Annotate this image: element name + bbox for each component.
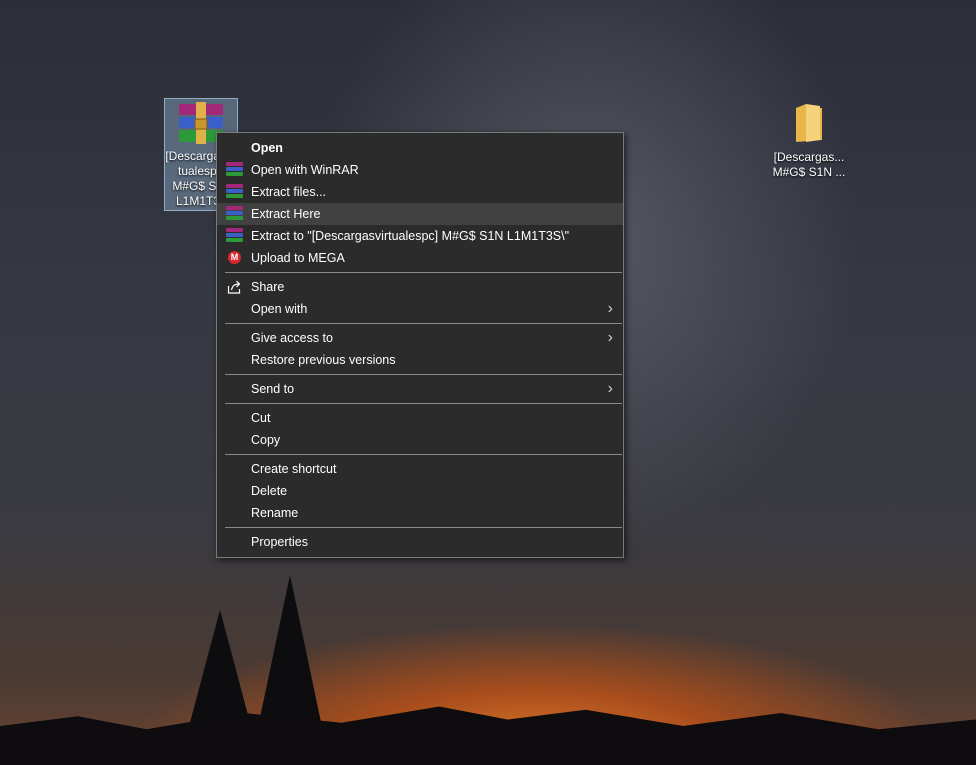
menu-item-label: Extract to "[Descargasvirtualespc] M#G$ … (251, 229, 570, 243)
menu-item-create-shortcut[interactable]: Create shortcut (217, 458, 623, 480)
menu-item-open-with[interactable]: Open with › (217, 298, 623, 320)
menu-item-open-with-winrar[interactable]: Open with WinRAR (217, 159, 623, 181)
mountain-silhouette (0, 706, 976, 765)
menu-item-extract-here[interactable]: Extract Here (217, 203, 623, 225)
menu-separator (225, 403, 622, 404)
winrar-icon (226, 162, 243, 178)
menu-item-share[interactable]: Share (217, 276, 623, 298)
menu-item-label: Give access to (251, 331, 333, 345)
context-menu: Open Open with WinRAR Extract files... E… (216, 132, 624, 558)
menu-item-give-access-to[interactable]: Give access to › (217, 327, 623, 349)
mega-icon: M (228, 251, 241, 264)
menu-item-label: Restore previous versions (251, 353, 396, 367)
folder-label-2: M#G$ S1N ... (772, 165, 846, 179)
menu-item-label: Extract files... (251, 185, 327, 199)
menu-item-upload-to-mega[interactable]: M Upload to MEGA (217, 247, 623, 269)
menu-item-label: Open (251, 141, 283, 155)
menu-item-copy[interactable]: Copy (217, 429, 623, 451)
menu-item-label: Copy (251, 433, 281, 447)
menu-item-extract-to-folder[interactable]: Extract to "[Descargasvirtualespc] M#G$ … (217, 225, 623, 247)
menu-item-delete[interactable]: Delete (217, 480, 623, 502)
menu-item-restore-previous-versions[interactable]: Restore previous versions (217, 349, 623, 371)
winrar-icon (226, 184, 243, 200)
winrar-icon (226, 228, 243, 244)
menu-item-label: Send to (251, 382, 295, 396)
menu-item-properties[interactable]: Properties (217, 531, 623, 553)
folder-label-1: [Descargas... (773, 150, 845, 164)
menu-item-label: Share (251, 280, 285, 294)
menu-separator (225, 527, 622, 528)
share-icon (227, 280, 241, 294)
menu-item-label: Open with WinRAR (251, 163, 359, 177)
menu-item-label: Delete (251, 484, 288, 498)
menu-separator (225, 323, 622, 324)
folder-icon (796, 104, 822, 142)
menu-item-open[interactable]: Open (217, 137, 623, 159)
menu-item-extract-files[interactable]: Extract files... (217, 181, 623, 203)
menu-separator (225, 454, 622, 455)
menu-item-rename[interactable]: Rename (217, 502, 623, 524)
menu-item-label: Create shortcut (251, 462, 337, 476)
menu-item-label: Properties (251, 535, 308, 549)
desktop-folder[interactable]: [Descargas... M#G$ S1N ... (769, 100, 849, 180)
menu-item-label: Rename (251, 506, 299, 520)
chevron-right-icon: › (607, 300, 613, 317)
menu-separator (225, 272, 622, 273)
chevron-right-icon: › (607, 329, 613, 346)
menu-item-label: Cut (251, 411, 271, 425)
menu-item-cut[interactable]: Cut (217, 407, 623, 429)
menu-item-send-to[interactable]: Send to › (217, 378, 623, 400)
menu-item-label: Open with (251, 302, 308, 316)
chevron-right-icon: › (607, 380, 613, 397)
menu-separator (225, 374, 622, 375)
winrar-icon (226, 206, 243, 222)
menu-item-label: Extract Here (251, 207, 321, 221)
menu-item-label: Upload to MEGA (251, 251, 345, 265)
